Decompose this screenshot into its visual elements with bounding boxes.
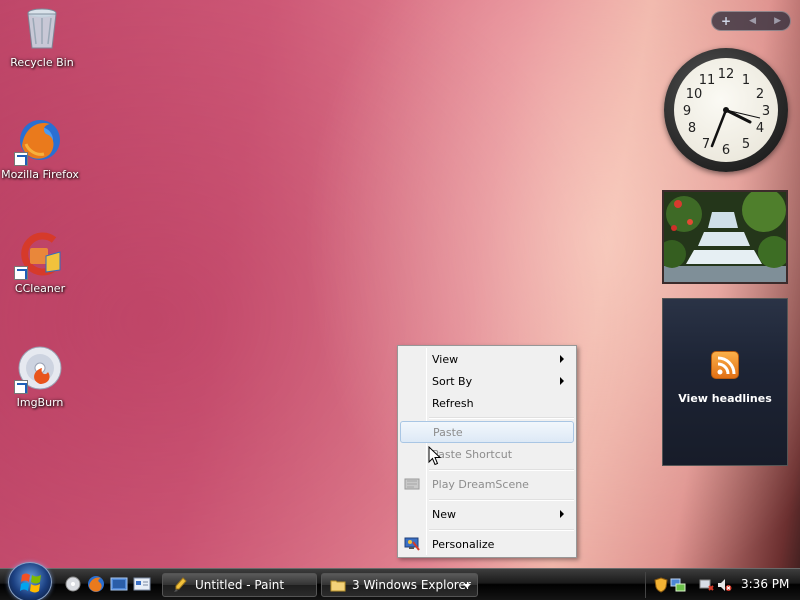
submenu-arrow-icon	[560, 377, 564, 385]
slideshow-gadget[interactable]	[662, 190, 788, 284]
next-page-button[interactable]: ▶	[774, 16, 781, 26]
network-icon[interactable]	[670, 577, 686, 593]
switch-windows-icon	[110, 577, 128, 591]
system-tray: 3:36 PM	[645, 572, 800, 598]
clock-numeral-12: 12	[718, 67, 735, 82]
clock-face: 12 1 2 3 4 5 6 7 8 9 10 11	[674, 58, 778, 162]
clock-numeral-5: 5	[742, 137, 750, 152]
shortcut-arrow-icon	[14, 152, 28, 166]
volume-muted-icon[interactable]	[716, 577, 732, 593]
firefox-icon	[88, 576, 104, 592]
clock-gadget[interactable]: 12 1 2 3 4 5 6 7 8 9 10 11	[664, 48, 788, 172]
clock-minute-hand	[710, 108, 728, 148]
desktop-context-menu: View Sort By Refresh Paste Paste Shortcu…	[397, 345, 577, 558]
menu-item-label: Play DreamScene	[432, 477, 529, 491]
quick-launch-switch-windows[interactable]	[110, 575, 128, 593]
menu-item-view[interactable]: View	[400, 348, 574, 370]
taskbar-button-label: Untitled - Paint	[195, 578, 285, 592]
clock-numeral-6: 6	[722, 143, 730, 158]
menu-item-label: Sort By	[432, 374, 473, 388]
sidebar-controls: + ◀ ▶	[711, 11, 791, 31]
clock-numeral-1: 1	[742, 73, 750, 88]
add-gadget-button[interactable]: +	[721, 14, 731, 28]
menu-item-label: Paste Shortcut	[432, 447, 513, 461]
shortcut-arrow-icon	[14, 380, 28, 394]
menu-item-new[interactable]: New	[400, 503, 574, 525]
menu-separator	[429, 469, 574, 471]
mouse-cursor-icon	[428, 446, 442, 466]
waterfall-photo	[664, 192, 786, 282]
ccleaner-icon	[14, 230, 64, 280]
desktop-icon-label: CCleaner	[14, 282, 66, 295]
desktop-icon-imgburn[interactable]: ImgBurn	[0, 344, 82, 409]
show-desktop-icon	[65, 576, 81, 592]
security-shield-icon[interactable]	[653, 577, 669, 593]
menu-item-paste[interactable]: Paste	[400, 421, 574, 443]
rss-icon	[711, 351, 739, 379]
desktop-icon-recycle-bin[interactable]: Recycle Bin	[0, 4, 84, 69]
menu-item-label: View	[432, 352, 459, 366]
view-headlines-label[interactable]: View headlines	[678, 392, 772, 405]
quick-launch-explorer[interactable]	[133, 575, 151, 593]
menu-item-label: New	[432, 507, 456, 521]
start-button[interactable]	[8, 562, 52, 600]
taskbar-clock[interactable]: 3:36 PM	[741, 577, 789, 591]
menu-item-sort-by[interactable]: Sort By	[400, 370, 574, 392]
desktop-icon-ccleaner[interactable]: CCleaner	[0, 230, 82, 295]
recycle-bin-icon	[18, 4, 66, 52]
imgburn-icon	[14, 344, 64, 394]
shortcut-arrow-icon	[14, 266, 28, 280]
menu-item-label: Paste	[433, 425, 463, 439]
clock-hour-hand	[724, 108, 752, 124]
submenu-arrow-icon	[560, 355, 564, 363]
clock-numeral-10: 10	[686, 87, 703, 102]
feed-headlines-gadget[interactable]: View headlines	[662, 298, 788, 466]
clock-numeral-4: 4	[756, 121, 764, 136]
previous-page-button[interactable]: ◀	[749, 16, 756, 26]
dreamscene-icon	[404, 476, 420, 492]
clock-numeral-11: 11	[699, 73, 716, 88]
clock-numeral-2: 2	[756, 87, 764, 102]
clock-numeral-9: 9	[683, 104, 691, 119]
desktop-icon-label: ImgBurn	[16, 396, 64, 409]
menu-item-refresh[interactable]: Refresh	[400, 392, 574, 414]
menu-item-play-dreamscene[interactable]: Play DreamScene	[400, 473, 574, 495]
clock-numeral-7: 7	[702, 137, 710, 152]
clock-svg: 12 1 2 3 4 5 6 7 8 9 10 11	[683, 67, 770, 158]
folder-icon	[330, 577, 346, 593]
menu-separator	[429, 529, 574, 531]
menu-separator	[429, 417, 574, 419]
quick-launch-firefox[interactable]	[87, 575, 105, 593]
desktop-icon-label: Recycle Bin	[10, 56, 74, 69]
menu-item-personalize[interactable]: Personalize	[400, 533, 574, 555]
power-icon[interactable]	[698, 577, 714, 593]
chevron-down-icon	[463, 584, 471, 588]
taskbar-button-windows-explorer-group[interactable]: 3 Windows Explorer	[321, 573, 478, 597]
taskbar-button-paint[interactable]: Untitled - Paint	[162, 573, 317, 597]
taskbar-button-label: 3 Windows Explorer	[352, 578, 471, 592]
clock-numeral-3: 3	[762, 104, 770, 119]
menu-separator	[429, 499, 574, 501]
paint-icon	[173, 577, 189, 593]
desktop-icon-firefox[interactable]: Mozilla Firefox	[0, 116, 82, 181]
submenu-arrow-icon	[560, 510, 564, 518]
desktop-icon-label: Mozilla Firefox	[1, 168, 79, 181]
personalize-icon	[404, 536, 420, 552]
menu-item-label: Personalize	[432, 537, 495, 551]
clock-numeral-8: 8	[688, 121, 696, 136]
explorer-icon	[133, 577, 151, 591]
windows-logo-icon	[20, 573, 41, 593]
menu-item-label: Refresh	[432, 396, 474, 410]
firefox-icon	[14, 116, 64, 166]
menu-item-paste-shortcut[interactable]: Paste Shortcut	[400, 443, 574, 465]
quick-launch-show-desktop[interactable]	[64, 575, 82, 593]
